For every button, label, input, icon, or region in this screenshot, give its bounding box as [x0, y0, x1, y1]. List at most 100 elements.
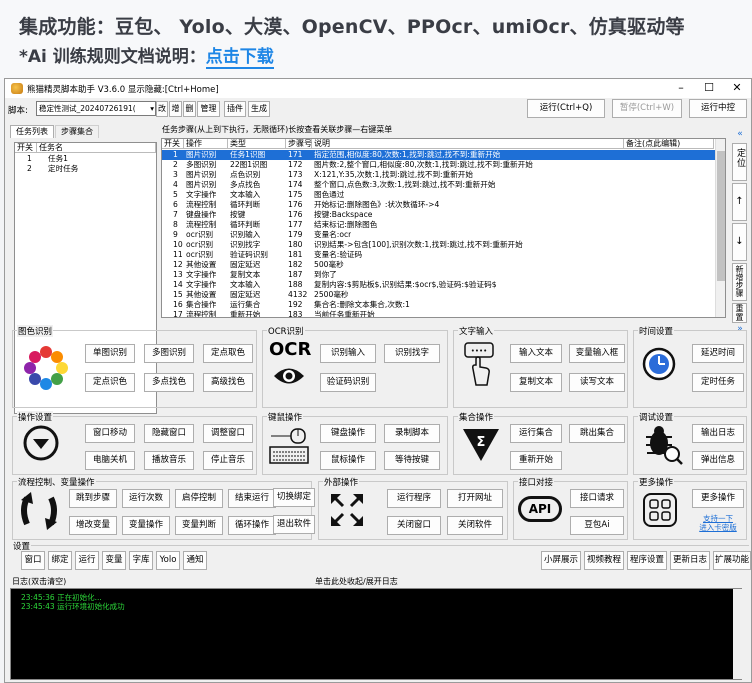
end-run-button[interactable]: 结束运行: [228, 489, 276, 508]
settings-yolo-button[interactable]: Yolo: [156, 551, 180, 570]
small-screen-button[interactable]: 小屏展示: [541, 551, 581, 570]
reset-button[interactable]: 重置: [732, 303, 747, 323]
support-link[interactable]: 支持一下 进入卡密版: [690, 514, 746, 532]
move-up-button[interactable]: ↑: [732, 183, 747, 221]
task-row[interactable]: ✓ 2 定时任务: [15, 164, 156, 174]
step-row[interactable]: ✓5文字操作文本输入175图色通过: [162, 190, 715, 200]
single-image-button[interactable]: 单图识别: [85, 344, 135, 363]
step-row[interactable]: ✓8流程控制循环判断177结束标记:删除图色: [162, 220, 715, 230]
wait-key-button[interactable]: 等待按键: [384, 451, 440, 470]
settings-font-lib-button[interactable]: 字库: [129, 551, 153, 570]
new-step-button[interactable]: 新增步骤: [732, 263, 747, 301]
script-select[interactable]: 稳定性测试_20240726191( ▾: [36, 101, 156, 116]
input-text-button[interactable]: 输入文本: [510, 344, 562, 363]
mouse-op-button[interactable]: 鼠标操作: [320, 451, 376, 470]
ocr-input-button[interactable]: 识别输入: [320, 344, 376, 363]
open-url-button[interactable]: 打开网址: [447, 489, 503, 508]
move-window-button[interactable]: 窗口移动: [85, 424, 135, 443]
step-row[interactable]: ✓14文字操作文本输入188复制内容:$剪贴板$,识别结果:$ocr$,验证码:…: [162, 280, 715, 290]
close-button[interactable]: ✕: [723, 80, 751, 96]
step-row[interactable]: ✓4图片识别多点找色174整个窗口,点色数:3,次数:1,找到:跳过,找不到:重…: [162, 180, 715, 190]
step-row[interactable]: ✓6流程控制循环判断176开始标记:删除图色》:状次数循环->4: [162, 200, 715, 210]
step-row[interactable]: ✓12其他设置固定延迟182500毫秒: [162, 260, 715, 270]
tab-task-list[interactable]: 任务列表: [10, 125, 54, 138]
modify-variable-button[interactable]: 增改变量: [69, 516, 117, 535]
settings-notify-button[interactable]: 通知: [183, 551, 207, 570]
exit-software-button[interactable]: 退出软件: [273, 515, 315, 534]
record-script-button[interactable]: 录制脚本: [384, 424, 440, 443]
settings-variable-button[interactable]: 变量: [102, 551, 126, 570]
move-down-button[interactable]: ↓: [732, 223, 747, 261]
variable-judge-button[interactable]: 变量判断: [175, 516, 223, 535]
run-collection-button[interactable]: 运行集合: [510, 424, 562, 443]
point-color-button[interactable]: 定点识色: [85, 373, 135, 392]
loop-op-button[interactable]: 循环操作: [228, 516, 276, 535]
more-ops-button[interactable]: 更多操作: [692, 489, 744, 508]
scrollbar-thumb[interactable]: [717, 151, 725, 281]
settings-run-button[interactable]: 运行: [75, 551, 99, 570]
resize-window-button[interactable]: 调整窗口: [203, 424, 253, 443]
settings-window-button[interactable]: 窗口: [21, 551, 45, 570]
variable-op-button[interactable]: 变量操作: [122, 516, 170, 535]
ocr-find-text-button[interactable]: 识别找字: [384, 344, 440, 363]
step-row[interactable]: ✓17流程控制重新开始183当前任务重新开始: [162, 310, 715, 317]
log-scrollbar[interactable]: [733, 589, 742, 679]
step-row[interactable]: ✓1图片识别任务1识图171指定范围,相似度:80,次数:1,找到:跳过,找不到…: [162, 150, 715, 160]
add-script-button[interactable]: 增: [169, 101, 182, 117]
doubao-ai-button[interactable]: 豆包Ai: [570, 516, 624, 535]
pick-color-button[interactable]: 定点取色: [203, 344, 253, 363]
stop-music-button[interactable]: 停止音乐: [203, 451, 253, 470]
step-row[interactable]: ✓15其他设置固定延迟41322500毫秒: [162, 290, 715, 300]
step-row[interactable]: ✓11ocr识别验证码识别181变量名:验证码: [162, 250, 715, 260]
shutdown-button[interactable]: 电脑关机: [85, 451, 135, 470]
step-row[interactable]: ✓2多图识别22图1识图172图片数:2,整个窗口,相似度:80,次数:1,找到…: [162, 160, 715, 170]
jump-step-button[interactable]: 跳到步骤: [69, 489, 117, 508]
hide-window-button[interactable]: 隐藏窗口: [144, 424, 194, 443]
close-window-button[interactable]: 关闭窗口: [387, 516, 441, 535]
run-button[interactable]: 运行(Ctrl+Q): [527, 99, 605, 118]
start-stop-button[interactable]: 启停控制: [175, 489, 223, 508]
read-write-text-button[interactable]: 读写文本: [569, 373, 625, 392]
captcha-button[interactable]: 验证码识别: [320, 373, 376, 392]
multi-image-button[interactable]: 多图识别: [144, 344, 194, 363]
run-program-button[interactable]: 运行程序: [387, 489, 441, 508]
pause-button[interactable]: 暂停(Ctrl+W): [612, 99, 682, 118]
step-row[interactable]: ✓7键盘操作按键176按键:Backspace: [162, 210, 715, 220]
close-software-button[interactable]: 关闭软件: [447, 516, 503, 535]
play-music-button[interactable]: 播放音乐: [144, 451, 194, 470]
collapse-left-icon[interactable]: «: [731, 129, 749, 139]
delay-time-button[interactable]: 延迟时间: [692, 344, 744, 363]
plugin-button[interactable]: 插件: [224, 101, 246, 117]
minimize-button[interactable]: –: [667, 80, 695, 96]
advanced-color-button[interactable]: 高级找色: [203, 373, 253, 392]
switch-bind-button[interactable]: 切换绑定: [273, 488, 315, 507]
manage-button[interactable]: 管理: [197, 101, 220, 117]
step-row[interactable]: ✓16集合操作运行集合192集合名:删除文本集合,次数:1: [162, 300, 715, 310]
step-row[interactable]: ✓9ocr识别识别输入179变量名:ocr: [162, 230, 715, 240]
step-row[interactable]: ✓3图片识别点色识别173X:121,Y:35,次数:1,找到:跳过,找不到:重…: [162, 170, 715, 180]
step-row[interactable]: ✓13文字操作复制文本187到你了: [162, 270, 715, 280]
step-row[interactable]: ✓10ocr识别识别找字180识别结果->包含[100],识别次数:1,找到:跳…: [162, 240, 715, 250]
variable-input-button[interactable]: 变量输入框: [569, 344, 625, 363]
restart-button[interactable]: 重新开始: [510, 451, 562, 470]
api-request-button[interactable]: 接口请求: [570, 489, 624, 508]
steps-scrollbar[interactable]: [715, 139, 725, 317]
maximize-button[interactable]: ☐: [695, 80, 723, 96]
edit-script-button[interactable]: 改: [156, 101, 168, 117]
keyboard-op-button[interactable]: 键盘操作: [320, 424, 376, 443]
delete-script-button[interactable]: 删: [183, 101, 196, 117]
extension-button[interactable]: 扩展功能: [713, 551, 751, 570]
download-link[interactable]: 点击下载: [205, 47, 274, 69]
copy-text-button[interactable]: 复制文本: [510, 373, 562, 392]
output-log-button[interactable]: 输出日志: [692, 424, 744, 443]
update-log-button[interactable]: 更新日志: [670, 551, 710, 570]
log-toggle[interactable]: 单击此处收起/展开日志: [315, 576, 398, 587]
settings-bind-button[interactable]: 绑定: [48, 551, 72, 570]
program-settings-button[interactable]: 程序设置: [627, 551, 667, 570]
run-control-button[interactable]: 运行中控: [689, 99, 747, 118]
scheduled-task-button[interactable]: 定时任务: [692, 373, 744, 392]
locate-button[interactable]: 定位: [732, 143, 747, 181]
video-tutorial-button[interactable]: 视频教程: [584, 551, 624, 570]
popup-info-button[interactable]: 弹出信息: [692, 451, 744, 470]
run-count-button[interactable]: 运行次数: [122, 489, 170, 508]
